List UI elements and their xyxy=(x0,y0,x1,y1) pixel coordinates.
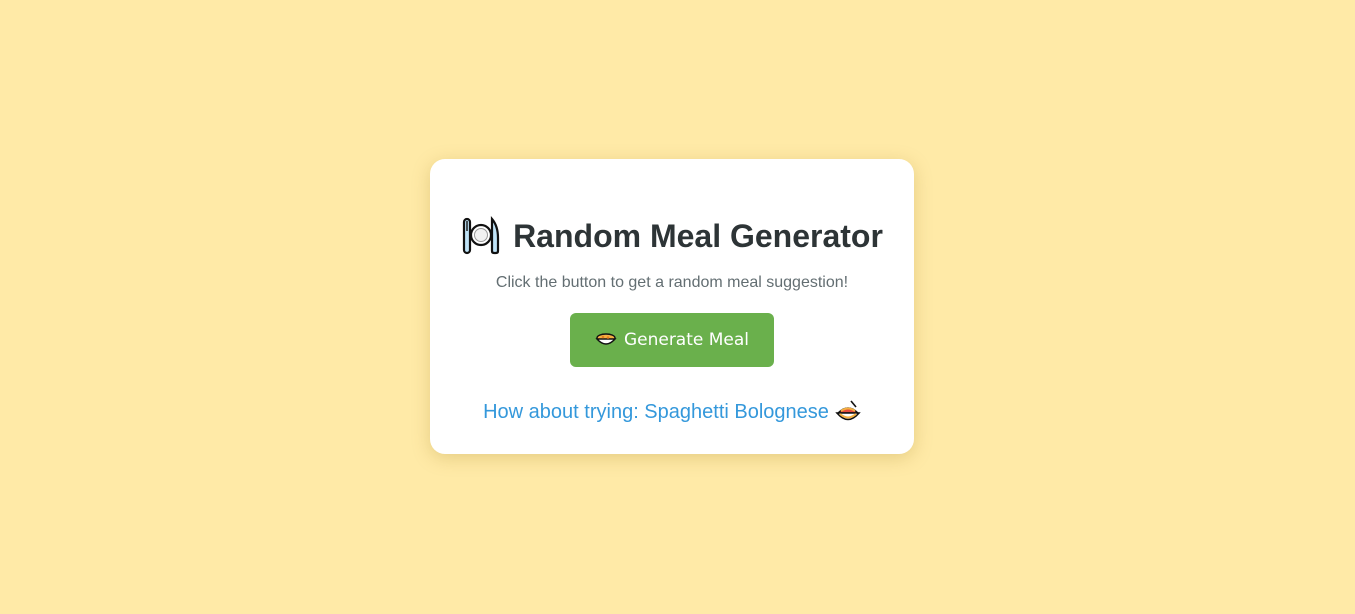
bowl-icon xyxy=(595,331,617,349)
subtitle: Click the button to get a random meal su… xyxy=(495,274,849,291)
result-row: How about trying: Spaghetti Bolognese xyxy=(430,399,914,425)
page-title: Random Meal Generator xyxy=(513,217,883,254)
title-row: Random Meal Generator xyxy=(430,214,914,258)
generate-meal-label: Generate Meal xyxy=(623,330,750,350)
spaghetti-icon xyxy=(835,399,861,425)
plate-with-cutlery-icon xyxy=(461,216,501,256)
meal-card: Random Meal Generator Click the button t… xyxy=(430,159,914,454)
generate-meal-button[interactable]: Generate Meal xyxy=(570,313,774,367)
meal-suggestion: How about trying: Spaghetti Bolognese xyxy=(483,400,829,423)
